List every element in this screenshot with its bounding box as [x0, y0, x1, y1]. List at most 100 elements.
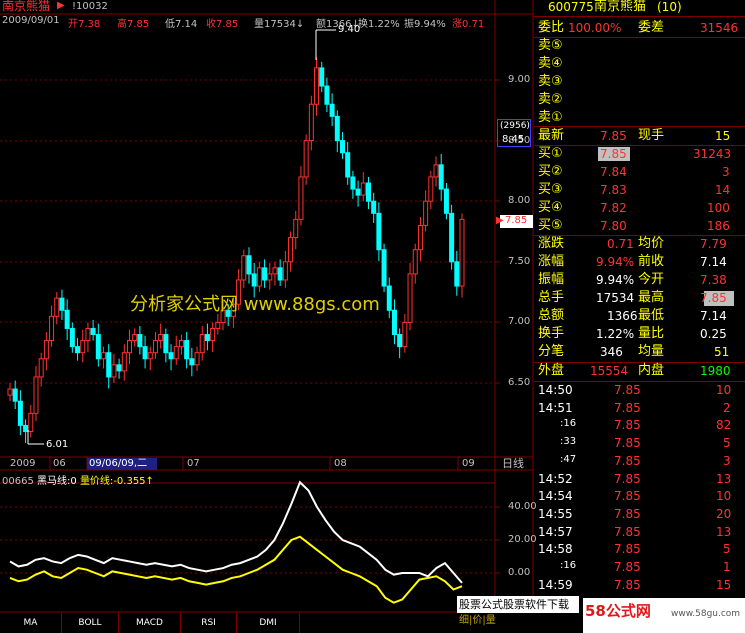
inner-value: 1980 — [700, 364, 731, 378]
sell-5-label: 卖⑤ — [538, 38, 563, 53]
candle-body — [184, 340, 190, 360]
stat-value: 346 — [600, 345, 623, 359]
tick-price: 7.85 — [614, 400, 641, 415]
indicator-tick: 20.00 — [508, 534, 537, 545]
tick-time: 14:55 — [538, 506, 573, 521]
tab-dmi[interactable]: DMI — [237, 613, 300, 633]
buy-1-label: 买① — [538, 146, 563, 161]
buy-3-label: 买③ — [538, 182, 563, 197]
tick-time: 14:57 — [538, 524, 573, 539]
buy-4-vol: 100 — [707, 201, 730, 215]
quote-panel: 600775 南京熊猫 (10) 委比 100.00% 委差 31546 卖⑤ … — [534, 0, 745, 613]
buy-5-label: 买⑤ — [538, 218, 563, 233]
candle-body — [59, 297, 65, 311]
candle-body — [386, 285, 392, 311]
price-tick: 6.50 — [508, 377, 531, 388]
candle-body — [199, 334, 205, 354]
outer-label: 外盘 — [538, 363, 565, 378]
buy-1-price: 7.85 — [600, 147, 627, 161]
tick-vol: 3 — [723, 453, 731, 468]
banner-text: 股票公式股票软件下载 — [459, 598, 569, 611]
candle-body — [116, 364, 122, 372]
candle-body — [54, 297, 60, 317]
tab-ma[interactable]: MA — [0, 613, 62, 633]
current-price-value: 7.85 — [505, 215, 528, 226]
candle-body — [246, 255, 252, 275]
cursor-volume: (2956) — [500, 121, 530, 131]
tick-price: 7.85 — [614, 383, 641, 397]
candle-body — [168, 352, 174, 360]
outer-value: 15554 — [590, 364, 629, 378]
indicator-yellow-line — [9, 535, 463, 604]
current-price-arrow-icon: ▶ — [496, 215, 504, 226]
tick-price: 7.85 — [614, 471, 641, 486]
indicator-line1-label: 黑马线: — [37, 476, 71, 487]
candle-body — [132, 334, 138, 342]
nowvol-value: 15 — [715, 129, 731, 143]
candle-body — [308, 103, 314, 142]
stat-value: 0.25 — [700, 327, 727, 341]
candle-body — [106, 352, 112, 378]
candle-body — [189, 358, 195, 366]
tick-vol: 5 — [723, 436, 731, 451]
sell-4-label: 卖④ — [538, 56, 563, 71]
stat-value: 9.94% — [596, 273, 635, 287]
candle-body — [303, 140, 309, 178]
period-label[interactable]: 日线 — [502, 458, 524, 469]
tab-macd[interactable]: MACD — [119, 613, 181, 633]
tick-vol: 20 — [716, 506, 732, 521]
candle-body — [28, 412, 34, 432]
tick-time: 14:52 — [538, 471, 573, 486]
candle-body — [137, 334, 143, 348]
tick-price: 7.85 — [614, 560, 641, 574]
time-label-2009: 2009 — [10, 458, 36, 469]
candle-body — [33, 376, 39, 414]
candle-body — [334, 115, 340, 142]
candle-body — [314, 67, 320, 105]
buy-4-price: 7.82 — [600, 201, 627, 215]
tab-boll[interactable]: BOLL — [62, 613, 119, 633]
buy-3-vol: 14 — [715, 183, 731, 197]
candle-body — [360, 182, 366, 196]
time-label-08: 08 — [334, 458, 347, 469]
candle-body — [407, 273, 413, 323]
candle-body — [38, 358, 44, 378]
bottom-fragment: 细|价|量 — [459, 615, 496, 626]
tab-rsi[interactable]: RSI — [181, 613, 237, 633]
candle-body — [324, 85, 330, 105]
sell-2-label: 卖② — [538, 92, 563, 107]
price-tick: 7.50 — [508, 256, 531, 267]
tick-price: 7.85 — [614, 436, 641, 451]
stock-terminal: 南京熊猫 ▶ !10032 2009/09/01 开7.38 高7.85 低7.… — [0, 0, 745, 633]
stat-label: 前收 — [638, 254, 665, 269]
candle-body — [147, 352, 153, 360]
candle-body — [282, 261, 288, 281]
candle-body — [75, 346, 81, 354]
download-banner[interactable]: 股票公式股票软件下载 — [457, 596, 579, 613]
tick-time: 14:51 — [538, 400, 573, 415]
stat-label: 振幅 — [538, 272, 565, 287]
candle-body — [210, 327, 216, 342]
candle-body — [329, 103, 335, 117]
indicator-code: 00665 — [2, 476, 34, 487]
stat-value: 9.94% — [596, 255, 635, 269]
candle-body — [158, 334, 164, 342]
stat-label: 涨跌 — [538, 236, 565, 251]
tick-price: 7.85 — [614, 418, 641, 433]
logo-brand: 58公式网 — [585, 602, 651, 620]
candle-body — [355, 188, 361, 196]
stat-value: 7.38 — [700, 273, 727, 287]
candle-body — [443, 188, 449, 214]
candle-body — [459, 218, 465, 287]
last-label: 最新 — [538, 128, 565, 143]
candle-body — [163, 334, 169, 354]
tick-time: 14:50 — [538, 383, 573, 397]
candlestick-series — [7, 56, 465, 443]
candle-body — [397, 334, 403, 348]
tick-price: 7.85 — [614, 542, 641, 557]
stat-label: 均价 — [638, 236, 665, 251]
stat-value: 1.22% — [596, 327, 635, 341]
candle-body — [412, 249, 418, 275]
buy-4-label: 买④ — [538, 200, 563, 215]
stat-label: 涨幅 — [538, 254, 565, 269]
